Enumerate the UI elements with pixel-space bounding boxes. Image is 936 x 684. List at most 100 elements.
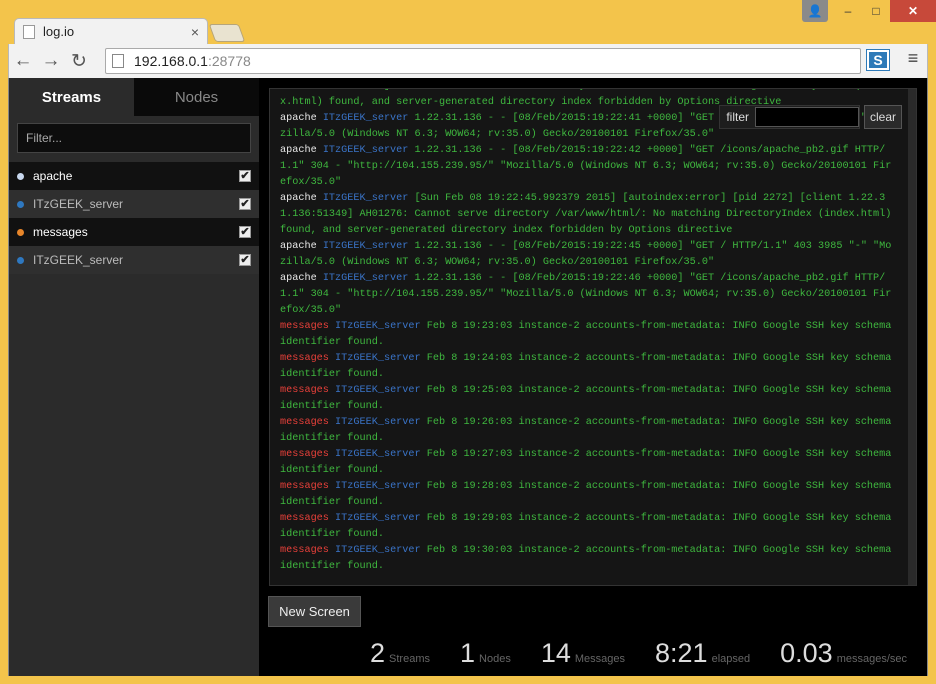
log-node-name: ITzGEEK_server (335, 513, 421, 524)
page-icon (112, 54, 124, 68)
log-node-name: ITzGEEK_server (322, 145, 409, 156)
log-node-name: ITzGEEK_server (322, 193, 409, 204)
log-node-name: ITzGEEK_server (335, 353, 421, 364)
minimize-button[interactable]: – (834, 0, 862, 22)
log-node-name: ITzGEEK_server (322, 273, 409, 284)
new-screen-button[interactable]: New Screen (268, 596, 361, 627)
stream-filter-input[interactable] (17, 123, 251, 153)
menu-icon[interactable]: ≡ (901, 48, 925, 69)
user-icon[interactable]: 👤 (802, 0, 828, 22)
log-node-name: ITzGEEK_server (335, 385, 421, 396)
scrollbar[interactable] (908, 89, 916, 585)
window-controls: 👤 – □ ✕ (802, 0, 936, 22)
close-window-button[interactable]: ✕ (890, 0, 936, 22)
log-stream-name: messages (280, 481, 329, 492)
stat-value: 14 (540, 638, 571, 668)
url-host: 192.168.0.1 (134, 53, 208, 69)
log-node-name: ITzGEEK_server (335, 417, 421, 428)
page-content: Streams Nodes apache✔ITzGEEK_server✔mess… (8, 78, 928, 676)
tab-streams[interactable]: Streams (9, 78, 134, 116)
stats-bar: 2 Streams 1 Nodes 14 Messages 8:21 elapsed 0.03 m… (259, 638, 927, 674)
log-stream-name: apache (280, 241, 317, 252)
stream-item[interactable]: messages ✔ (9, 218, 259, 246)
stat-value: 1 (460, 638, 476, 668)
clear-button[interactable]: clear (864, 105, 902, 129)
log-stream-name: messages (280, 353, 329, 364)
stream-item[interactable]: apache ✔ (9, 162, 259, 190)
log-node-name: ITzGEEK_server (335, 545, 421, 556)
log-stream-name: messages (280, 513, 329, 524)
log-line: messages ITzGEEK_server Feb 8 19:27:03 i… (280, 447, 892, 479)
stream-label: messages (33, 225, 88, 239)
log-line: messages ITzGEEK_server Feb 8 19:23:03 i… (280, 319, 892, 351)
stream-label: ITzGEEK_server (33, 197, 124, 211)
stat-label: Messages (574, 653, 626, 665)
tab-nodes[interactable]: Nodes (134, 78, 259, 116)
log-stream-name: apache (280, 145, 317, 156)
checkbox[interactable]: ✔ (239, 226, 251, 238)
status-dot-icon (17, 228, 24, 236)
checkbox[interactable]: ✔ (239, 254, 251, 266)
log-line: apache ITzGEEK_server 1.22.31.136 - - [0… (280, 239, 892, 271)
status-dot-icon (17, 200, 24, 208)
maximize-button[interactable]: □ (862, 0, 890, 22)
log-node-name: ITzGEEK_server (335, 321, 421, 332)
browser-toolbar: ← → ↻ 192.168.0.1:28778 S ≡ (8, 44, 928, 78)
reload-icon[interactable]: ↻ (65, 50, 93, 73)
log-node-name: ITzGEEK_server (322, 113, 409, 124)
log-stream-name: apache (280, 113, 317, 124)
main-panel: 1.22.31.136:51349] AH01276: Cannot serve… (259, 78, 927, 676)
new-tab-button[interactable] (208, 24, 246, 42)
stat-value: 2 (370, 638, 386, 668)
log-line: messages ITzGEEK_server Feb 8 19:24:03 i… (280, 351, 892, 383)
sidebar-tabs: Streams Nodes (9, 78, 259, 116)
address-bar[interactable]: 192.168.0.1:28778 (105, 48, 861, 74)
stat-item: 0.03 messages/sec (780, 638, 907, 669)
log-screen: 1.22.31.136:51349] AH01276: Cannot serve… (269, 88, 917, 586)
tab-title: log.io (43, 24, 75, 39)
extension-icon[interactable]: S (866, 49, 890, 71)
node-item[interactable]: ITzGEEK_server ✔ (9, 246, 259, 274)
log-filter-label: filter (726, 110, 749, 124)
stat-value: 0.03 (780, 638, 833, 668)
stat-label: Streams (389, 653, 430, 665)
log-lines: 1.22.31.136:51349] AH01276: Cannot serve… (280, 89, 892, 575)
back-icon[interactable]: ← (9, 50, 37, 72)
forward-icon[interactable]: → (37, 50, 65, 72)
log-line: apache ITzGEEK_server 1.22.31.136 - - [0… (280, 143, 892, 191)
log-line: messages ITzGEEK_server Feb 8 19:28:03 i… (280, 479, 892, 511)
log-filter-input[interactable] (755, 107, 859, 127)
log-node-name: ITzGEEK_server (322, 241, 409, 252)
checkbox[interactable]: ✔ (239, 170, 251, 182)
log-filter: filter (719, 105, 860, 129)
log-line: messages ITzGEEK_server Feb 8 19:25:03 i… (280, 383, 892, 415)
url-port: :28778 (207, 53, 251, 69)
close-tab-icon[interactable]: × (191, 24, 199, 40)
status-dot-icon (17, 172, 24, 180)
stat-label: elapsed (711, 653, 751, 665)
stat-item: 1 Nodes (460, 638, 511, 669)
node-item[interactable]: ITzGEEK_server ✔ (9, 190, 259, 218)
stat-item: 14 Messages (541, 638, 625, 669)
log-stream-name: messages (280, 417, 329, 428)
log-line: messages ITzGEEK_server Feb 8 19:30:03 i… (280, 543, 892, 575)
log-line: apache ITzGEEK_server 1.22.31.136 - - [0… (280, 271, 892, 319)
log-node-name: ITzGEEK_server (335, 481, 421, 492)
stat-value: 8:21 (655, 638, 708, 668)
log-line: apache ITzGEEK_server [Sun Feb 08 19:22:… (280, 191, 892, 239)
log-stream-name: messages (280, 385, 329, 396)
log-stream-name: messages (280, 321, 329, 332)
log-stream-name: messages (280, 449, 329, 460)
log-line: messages ITzGEEK_server Feb 8 19:29:03 i… (280, 511, 892, 543)
log-stream-name: messages (280, 545, 329, 556)
browser-tab[interactable]: log.io × (14, 18, 208, 44)
stat-item: 2 Streams (370, 638, 430, 669)
log-stream-name: apache (280, 273, 317, 284)
stat-label: Nodes (479, 653, 511, 665)
stat-label: messages/sec (836, 653, 907, 665)
checkbox[interactable]: ✔ (239, 198, 251, 210)
status-dot-icon (17, 256, 24, 264)
page-icon (23, 24, 35, 39)
log-stream-name: apache (280, 193, 317, 204)
stat-item: 8:21 elapsed (655, 638, 750, 669)
